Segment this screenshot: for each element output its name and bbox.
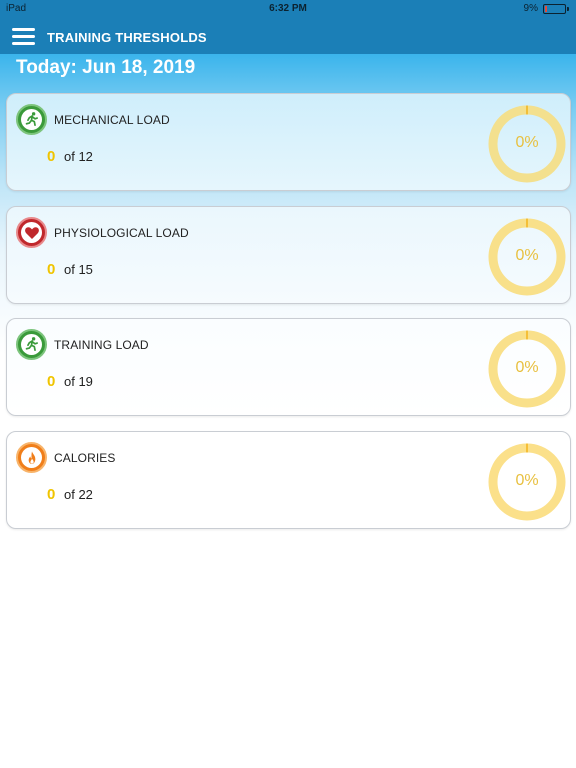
threshold-card-mechanical-load[interactable]: MECHANICAL LOAD 0 of 12 0%: [6, 93, 571, 191]
battery-icon: [543, 4, 569, 14]
progress-gauge: 0%: [488, 443, 566, 521]
card-value: 0: [47, 148, 56, 165]
progress-gauge: 0%: [488, 105, 566, 183]
gauge-percent: 0%: [515, 134, 539, 151]
date-heading: Today: Jun 18, 2019: [16, 57, 196, 78]
card-target: of 22: [64, 487, 93, 502]
card-target: of 15: [64, 262, 93, 277]
card-value: 0: [47, 261, 56, 278]
threshold-card-calories[interactable]: CALORIES 0 of 22 0%: [6, 431, 571, 529]
flame-icon: [16, 442, 47, 473]
clock: 6:32 PM: [269, 3, 307, 14]
card-label: CALORIES: [54, 451, 116, 465]
progress-gauge: 0%: [488, 218, 566, 296]
page-title: TRAINING THRESHOLDS: [47, 30, 207, 45]
battery-percent: 9%: [523, 3, 538, 14]
status-bar: iPad 6:32 PM 9%: [0, 0, 576, 18]
card-label: PHYSIOLOGICAL LOAD: [54, 226, 189, 240]
progress-gauge: 0%: [488, 330, 566, 408]
gauge-percent: 0%: [515, 472, 539, 489]
threshold-card-training-load[interactable]: TRAINING LOAD 0 of 19 0%: [6, 318, 571, 416]
card-label: TRAINING LOAD: [54, 338, 149, 352]
threshold-card-physiological-load[interactable]: PHYSIOLOGICAL LOAD 0 of 15 0%: [6, 206, 571, 304]
running-person-icon: [16, 104, 47, 135]
card-target: of 19: [64, 374, 93, 389]
running-person-icon: [16, 329, 47, 360]
gauge-percent: 0%: [515, 247, 539, 264]
card-value: 0: [47, 373, 56, 390]
card-target: of 12: [64, 149, 93, 164]
gauge-percent: 0%: [515, 359, 539, 376]
heart-icon: [16, 217, 47, 248]
app-header: TRAINING THRESHOLDS: [0, 18, 576, 54]
card-label: MECHANICAL LOAD: [54, 113, 170, 127]
card-value: 0: [47, 486, 56, 503]
hamburger-menu-icon[interactable]: [12, 27, 35, 45]
